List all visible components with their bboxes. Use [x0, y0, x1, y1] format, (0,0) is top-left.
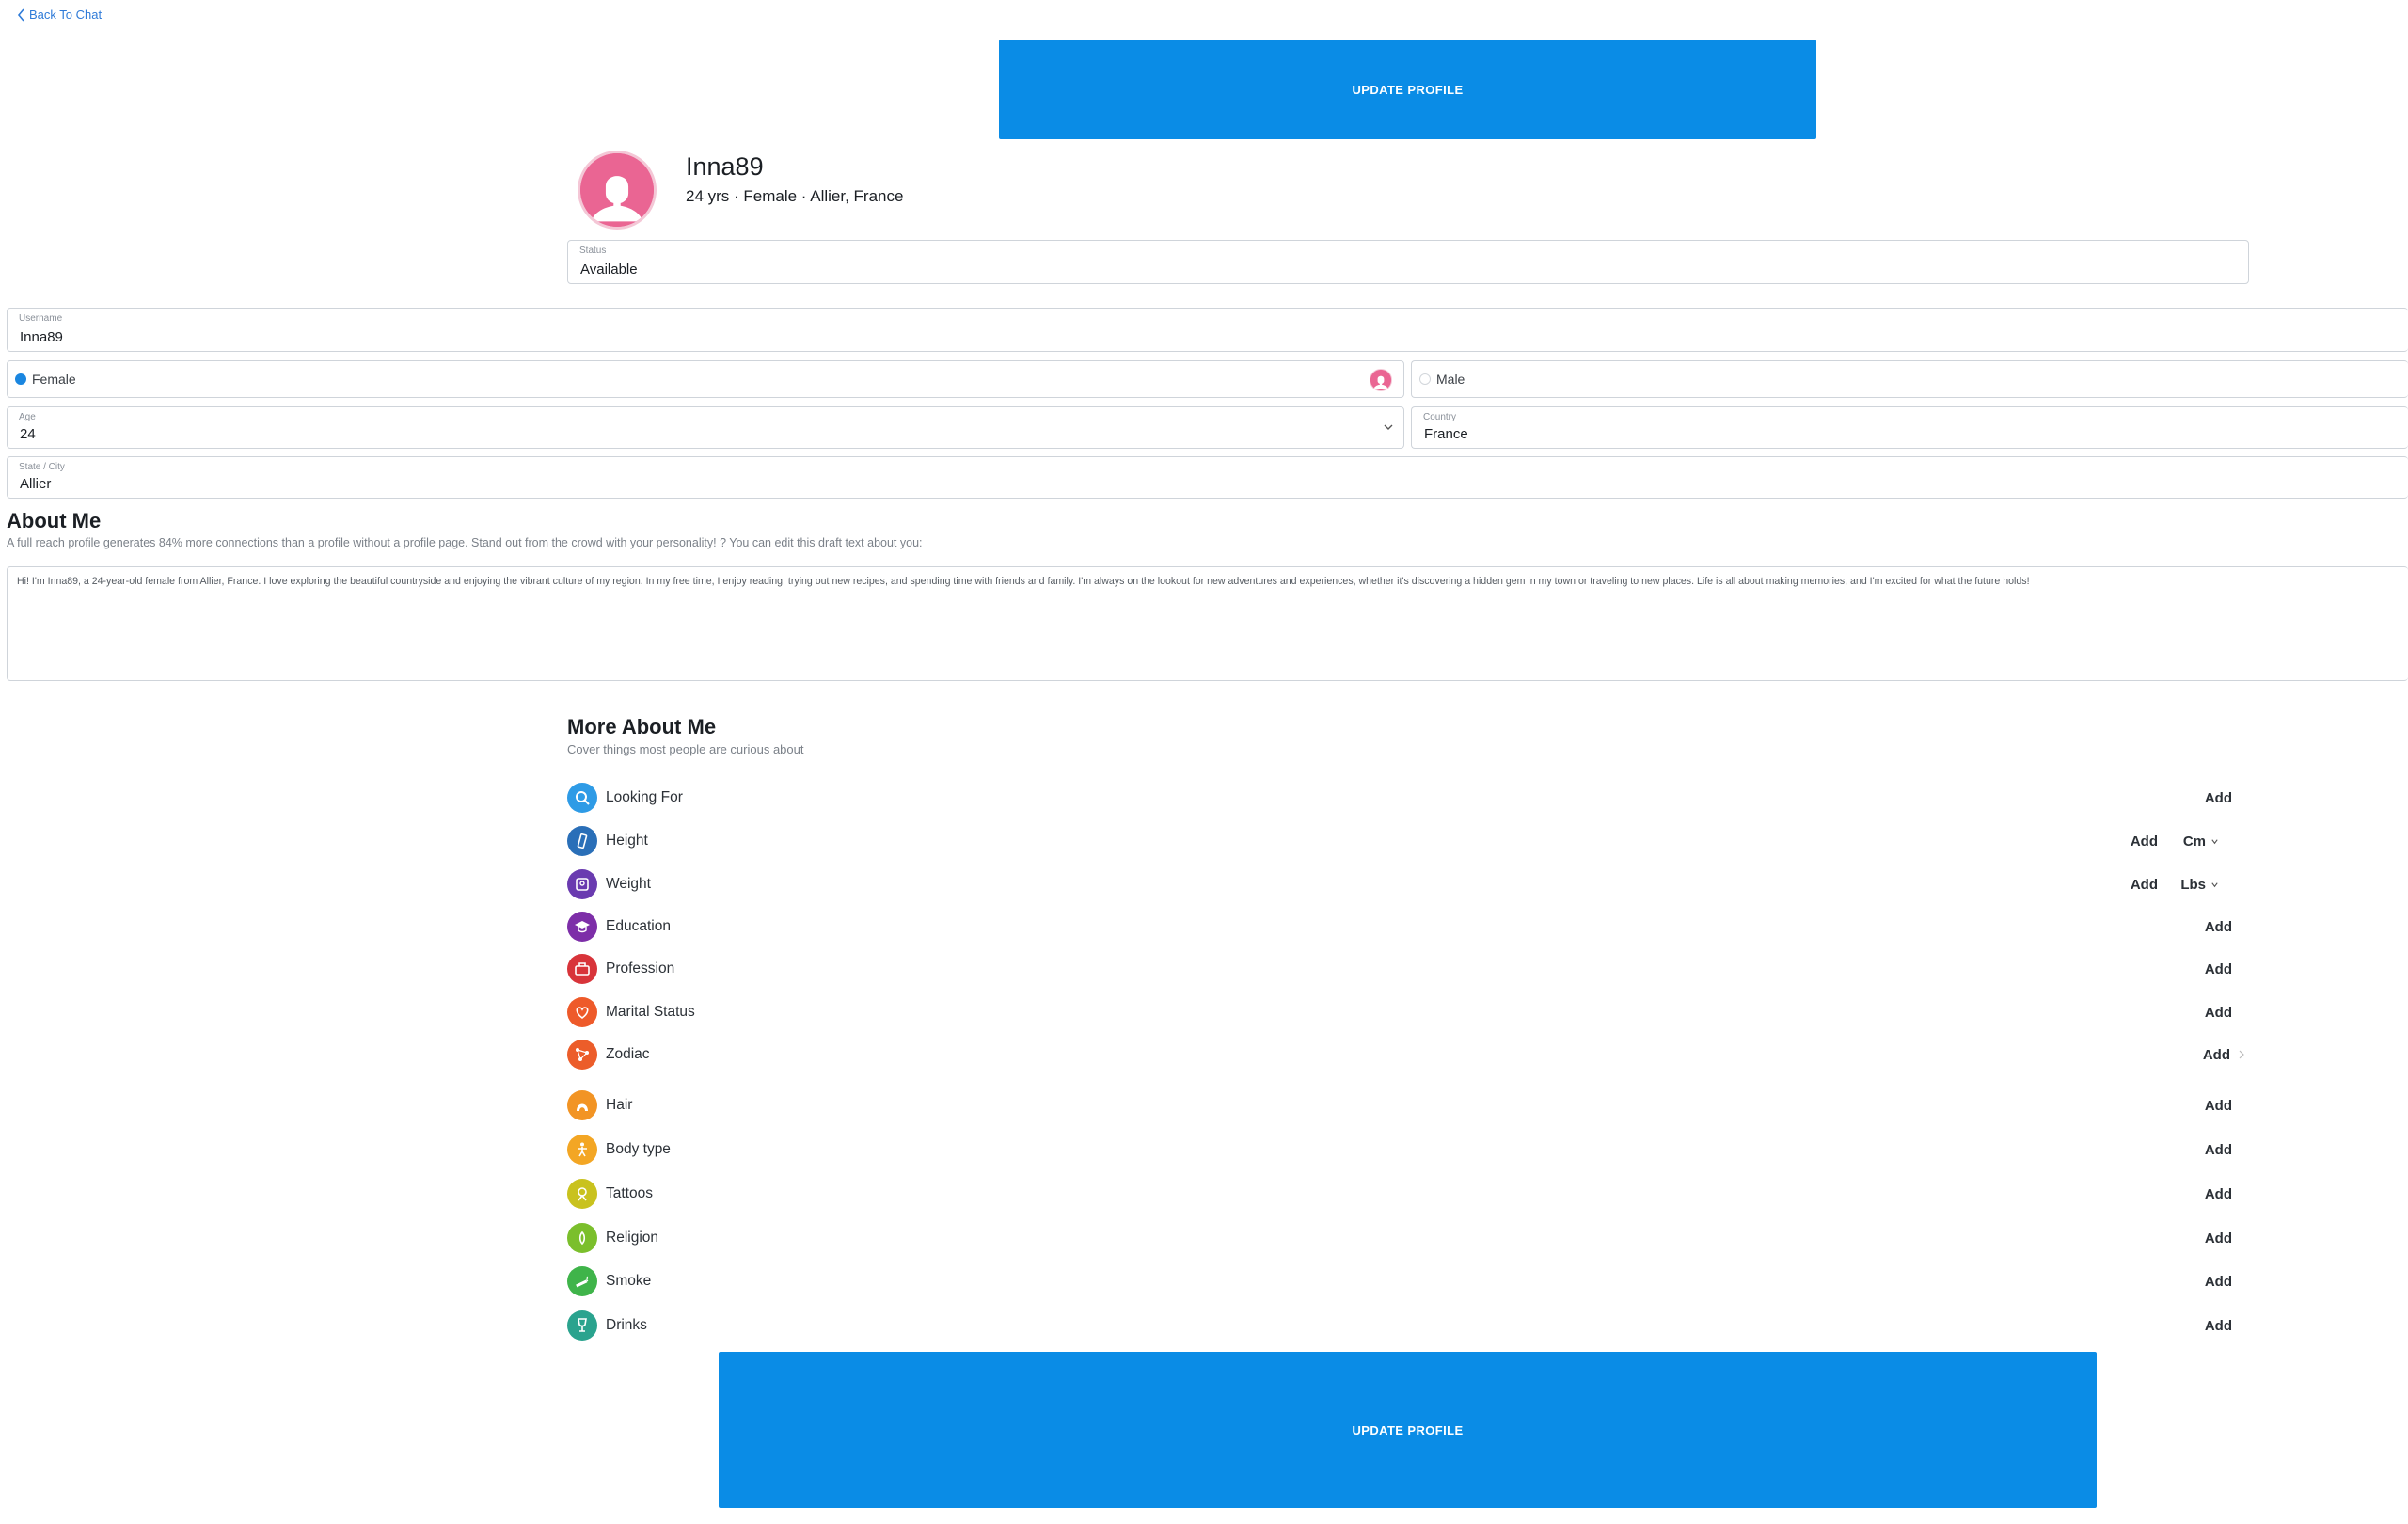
status-field[interactable]: Status Available — [567, 240, 2249, 284]
constellation-icon — [567, 1040, 597, 1070]
female-radio[interactable] — [15, 373, 26, 385]
country-label: Country — [1423, 412, 1457, 422]
status-label: Status — [579, 246, 607, 256]
back-to-chat-label: Back To Chat — [29, 8, 103, 22]
attribute-row-looking-for[interactable]: Looking For Add — [567, 782, 2232, 814]
attribute-row-height[interactable]: Height Add Cm — [567, 825, 2232, 857]
body-icon — [567, 1135, 597, 1165]
chevron-down-icon — [1384, 424, 1393, 430]
height-unit-value: Cm — [2182, 833, 2206, 849]
male-radio[interactable] — [1419, 373, 1431, 385]
male-label: Male — [1436, 372, 1465, 387]
add-tattoos-button[interactable]: Add — [2205, 1186, 2232, 1202]
gender-female-option[interactable]: Female — [7, 360, 1404, 398]
add-looking-for-button[interactable]: Add — [2205, 790, 2232, 806]
female-avatar-icon — [1370, 369, 1392, 391]
add-zodiac-button[interactable]: Add — [2203, 1047, 2230, 1063]
username-label: Username — [19, 313, 63, 324]
profile-username: Inna89 — [686, 152, 764, 181]
attribute-row-body-type[interactable]: Body type Add — [567, 1134, 2232, 1166]
attribute-row-religion[interactable]: Religion Add — [567, 1222, 2232, 1254]
more-about-me-title: More About Me — [567, 715, 717, 738]
attribute-label-profession: Profession — [606, 960, 675, 976]
attribute-label-height: Height — [606, 833, 648, 849]
add-marital-status-button[interactable]: Add — [2205, 1005, 2232, 1021]
attribute-row-marital-status[interactable]: Marital Status Add — [567, 996, 2232, 1028]
attribute-label-smoke: Smoke — [606, 1273, 652, 1289]
attribute-row-education[interactable]: Education Add — [567, 911, 2232, 943]
tattoo-icon — [567, 1179, 597, 1209]
country-field[interactable]: Country France — [1411, 406, 2408, 449]
add-smoke-button[interactable]: Add — [2205, 1274, 2232, 1290]
add-education-button[interactable]: Add — [2205, 919, 2232, 935]
state-city-field[interactable]: State / City Allier — [7, 456, 2408, 499]
chevron-down-icon — [2211, 881, 2218, 887]
chevron-right-icon — [2239, 1050, 2244, 1059]
briefcase-icon — [567, 954, 597, 984]
update-profile-button-top[interactable]: UPDATE PROFILE — [999, 40, 1816, 139]
add-drinks-button[interactable]: Add — [2205, 1318, 2232, 1334]
username-value: Inna89 — [20, 329, 63, 345]
about-me-title: About Me — [7, 509, 102, 532]
user-silhouette-icon — [580, 153, 654, 227]
add-body-type-button[interactable]: Add — [2205, 1142, 2232, 1158]
about-me-textarea[interactable]: Hi! I'm Inna89, a 24-year-old female fro… — [7, 566, 2408, 681]
attribute-label-religion: Religion — [606, 1230, 659, 1246]
height-unit-select[interactable]: Cm — [2183, 833, 2219, 849]
age-select[interactable]: Age 24 — [7, 406, 1404, 449]
avatar[interactable] — [578, 151, 657, 230]
cigarette-icon — [567, 1266, 597, 1296]
update-profile-button-bottom[interactable]: UPDATE PROFILE — [719, 1352, 2097, 1508]
add-weight-button[interactable]: Add — [2131, 877, 2158, 893]
status-value: Available — [580, 262, 638, 278]
female-label: Female — [32, 372, 76, 387]
profile-summary: 24 yrs · Female · Allier, France — [686, 187, 904, 205]
attribute-row-zodiac[interactable]: Zodiac Add — [567, 1039, 2244, 1071]
hair-icon — [567, 1090, 597, 1120]
praying-hands-icon — [567, 1223, 597, 1253]
attribute-label-education: Education — [606, 918, 671, 934]
age-label: Age — [19, 412, 36, 422]
back-to-chat-link[interactable]: Back To Chat — [17, 8, 102, 22]
state-city-label: State / City — [19, 462, 65, 472]
attribute-row-drinks[interactable]: Drinks Add — [567, 1310, 2232, 1341]
search-icon — [567, 783, 597, 813]
graduation-cap-icon — [567, 912, 597, 942]
attribute-row-profession[interactable]: Profession Add — [567, 953, 2232, 985]
attribute-label-body-type: Body type — [606, 1141, 671, 1157]
attribute-label-weight: Weight — [606, 876, 651, 892]
add-height-button[interactable]: Add — [2131, 833, 2158, 849]
attribute-label-hair: Hair — [606, 1097, 633, 1113]
add-profession-button[interactable]: Add — [2205, 961, 2232, 977]
username-field[interactable]: Username Inna89 — [7, 308, 2408, 352]
attribute-label-marital-status: Marital Status — [606, 1004, 695, 1020]
attribute-row-tattoos[interactable]: Tattoos Add — [567, 1178, 2232, 1210]
attribute-row-weight[interactable]: Weight Add Lbs — [567, 868, 2232, 900]
chevron-down-icon — [2211, 838, 2218, 844]
weight-unit-select[interactable]: Lbs — [2180, 877, 2219, 893]
weight-unit-value: Lbs — [2180, 876, 2206, 893]
gender-male-option[interactable]: Male — [1411, 360, 2408, 398]
country-value: France — [1424, 426, 1468, 442]
chevron-left-icon — [17, 8, 24, 22]
attribute-row-smoke[interactable]: Smoke Add — [567, 1265, 2232, 1297]
state-city-value: Allier — [20, 476, 52, 492]
heart-icon — [567, 997, 597, 1027]
ruler-icon — [567, 826, 597, 856]
attribute-row-hair[interactable]: Hair Add — [567, 1089, 2232, 1121]
add-religion-button[interactable]: Add — [2205, 1230, 2232, 1246]
about-me-subtitle: A full reach profile generates 84% more … — [7, 536, 923, 549]
add-hair-button[interactable]: Add — [2205, 1098, 2232, 1114]
attribute-label-zodiac: Zodiac — [606, 1046, 650, 1062]
attribute-label-drinks: Drinks — [606, 1317, 647, 1333]
age-value: 24 — [20, 426, 36, 442]
wine-glass-icon — [567, 1310, 597, 1341]
scale-icon — [567, 869, 597, 899]
attribute-label-looking-for: Looking For — [606, 789, 683, 805]
attribute-label-tattoos: Tattoos — [606, 1185, 653, 1201]
more-about-me-subtitle: Cover things most people are curious abo… — [567, 742, 804, 756]
